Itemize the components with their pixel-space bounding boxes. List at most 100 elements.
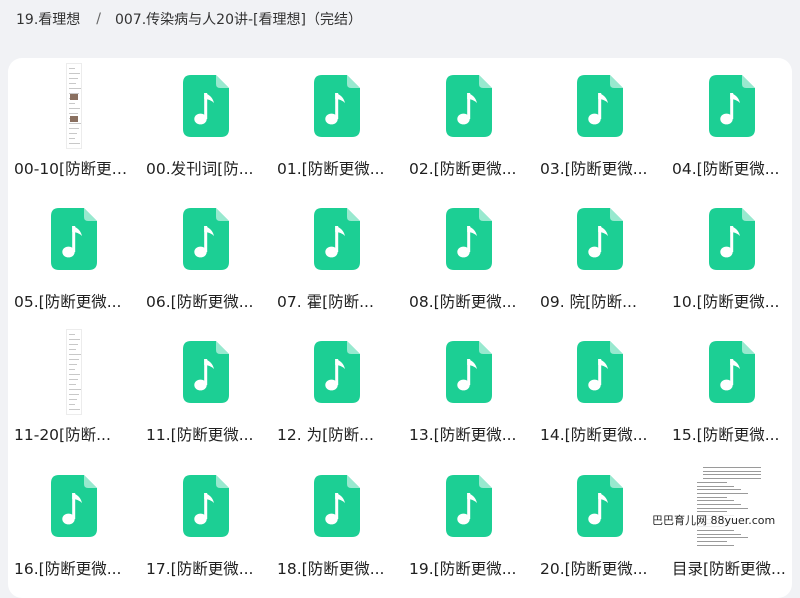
document-text-line — [697, 541, 727, 542]
document-text-line — [69, 143, 80, 144]
audio-file-item[interactable]: 12. 为[防断... — [271, 324, 403, 452]
file-thumbnail — [666, 62, 798, 150]
document-text-line — [69, 374, 80, 375]
document-text-line — [69, 133, 77, 134]
file-thumbnail — [8, 62, 140, 150]
file-thumbnail — [403, 62, 535, 150]
file-thumbnail — [140, 328, 272, 416]
document-text-line — [69, 404, 75, 405]
audio-file-item[interactable]: 08.[防断更微... — [403, 191, 535, 319]
audio-file-item[interactable]: 17.[防断更微... — [140, 458, 272, 586]
document-text-line — [69, 394, 79, 395]
document-text-line — [697, 496, 727, 498]
file-name-label: 02.[防断更微... — [409, 160, 517, 178]
audio-file-item[interactable]: 18.[防断更微... — [271, 458, 403, 586]
document-text-line — [703, 474, 761, 476]
document-text-line — [69, 103, 75, 104]
audio-file-item[interactable]: 00.发刊词[防... — [140, 58, 272, 186]
audio-file-item[interactable]: 01.[防断更微... — [271, 58, 403, 186]
file-name-label: 00-10[防断更微... — [14, 160, 138, 178]
file-thumbnail — [534, 462, 666, 550]
music-file-icon — [577, 208, 623, 270]
document-text-line — [69, 389, 81, 390]
music-file-icon — [183, 75, 229, 137]
file-thumbnail — [271, 195, 403, 283]
music-file-icon — [183, 475, 229, 537]
file-name-label: 20.[防断更微... — [540, 560, 648, 578]
music-file-icon — [183, 208, 229, 270]
audio-file-item[interactable]: 02.[防断更微... — [403, 58, 535, 186]
file-thumbnail — [8, 328, 140, 416]
audio-file-item[interactable]: 05.[防断更微... — [8, 191, 140, 319]
document-file-item[interactable]: 11-20[防断... — [8, 324, 140, 452]
document-text-line — [69, 349, 76, 350]
document-text-line — [703, 467, 761, 468]
file-thumbnail — [666, 462, 798, 550]
document-text-line — [69, 138, 75, 139]
document-text-line — [697, 544, 734, 546]
file-name-label: 目录[防断更微... — [672, 560, 786, 578]
audio-file-item[interactable]: 16.[防断更微... — [8, 458, 140, 586]
document-text-line — [697, 500, 734, 502]
file-name-label: 11-20[防断... — [14, 426, 111, 444]
file-name-label: 14.[防断更微... — [540, 426, 648, 444]
audio-file-item[interactable]: 09. 院[防断... — [534, 191, 666, 319]
file-thumbnail — [271, 62, 403, 150]
audio-file-item[interactable]: 19.[防断更微... — [403, 458, 535, 586]
document-text-line — [69, 83, 76, 84]
document-text-line — [69, 384, 76, 385]
audio-file-item[interactable]: 07. 霍[防断... — [271, 191, 403, 319]
file-thumbnail — [140, 62, 272, 150]
file-thumbnail — [271, 462, 403, 550]
file-name-label: 16.[防断更微... — [14, 560, 122, 578]
music-file-icon — [577, 341, 623, 403]
file-name-label: 11.[防断更微... — [146, 426, 254, 444]
breadcrumb-current: 007.传染病与人20讲-[看理想]（完结） — [114, 12, 362, 28]
document-thumbnail — [66, 63, 82, 149]
file-thumbnail — [403, 328, 535, 416]
document-text-line — [697, 504, 741, 505]
audio-file-item[interactable]: 03.[防断更微... — [534, 58, 666, 186]
audio-file-item[interactable]: 10.[防断更微... — [666, 191, 798, 319]
music-file-icon — [446, 341, 492, 403]
file-thumbnail — [534, 62, 666, 150]
file-name-label: 04.[防断更微... — [672, 160, 780, 178]
document-image-block — [70, 94, 78, 100]
audio-file-item[interactable]: 13.[防断更微... — [403, 324, 535, 452]
file-name-label: 17.[防断更微... — [146, 560, 254, 578]
file-thumbnail — [271, 328, 403, 416]
document-text-line — [69, 73, 80, 74]
document-text-line — [69, 123, 81, 124]
music-file-icon — [314, 208, 360, 270]
audio-file-item[interactable]: 06.[防断更微... — [140, 191, 272, 319]
file-thumbnail — [8, 462, 140, 550]
document-text-line — [697, 485, 734, 487]
document-text-line — [69, 339, 80, 340]
audio-file-item[interactable]: 15.[防断更微... — [666, 324, 798, 452]
site-watermark: 巴巴育儿网 88yuer.com — [650, 512, 778, 528]
document-text-line — [69, 113, 78, 114]
music-file-icon — [446, 475, 492, 537]
audio-file-item[interactable]: 04.[防断更微... — [666, 58, 798, 186]
document-thumbnail — [691, 463, 773, 549]
document-text-line — [69, 399, 77, 400]
audio-file-item[interactable]: 20.[防断更微... — [534, 458, 666, 586]
file-thumbnail — [666, 328, 798, 416]
music-file-icon — [314, 475, 360, 537]
breadcrumb-parent[interactable]: 19.看理想 — [16, 9, 80, 29]
file-name-label: 05.[防断更微... — [14, 293, 122, 311]
breadcrumb: 19.看理想 / 007.传染病与人20讲-[看理想]（完结） — [16, 8, 362, 30]
file-thumbnail — [403, 195, 535, 283]
document-text-line — [697, 529, 734, 531]
file-name-label: 15.[防断更微... — [672, 426, 780, 444]
breadcrumb-separator: / — [96, 11, 101, 27]
file-name-label: 09. 院[防断... — [540, 293, 637, 311]
document-file-item[interactable]: 00-10[防断更微... — [8, 58, 140, 186]
audio-file-item[interactable]: 14.[防断更微... — [534, 324, 666, 452]
document-text-line — [697, 492, 748, 494]
document-text-line — [697, 537, 748, 539]
music-file-icon — [314, 75, 360, 137]
document-image-block — [70, 116, 78, 122]
document-text-line — [69, 108, 80, 109]
audio-file-item[interactable]: 11.[防断更微... — [140, 324, 272, 452]
